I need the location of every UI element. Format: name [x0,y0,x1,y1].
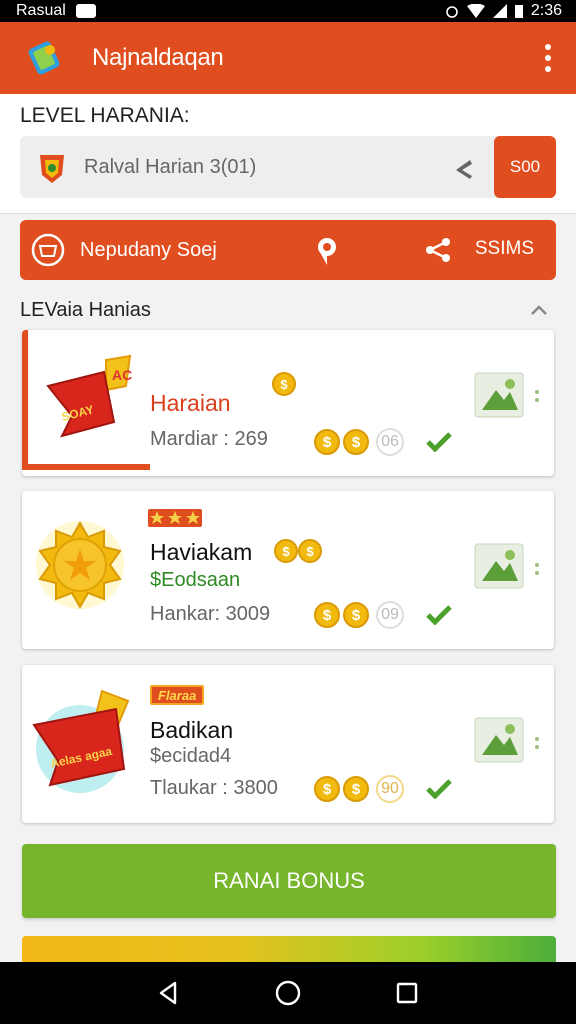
level-heading: LEVEL HARANIA: [20,104,190,127]
coin-row: $ $ 90 [314,775,404,803]
app-title: Najnaldaqan [92,44,224,71]
level-card[interactable]: Aelas agaa Flaraa Badikan $ecidad4 Tlauk… [22,665,554,823]
system-nav-bar [0,962,576,1024]
notification-icon [75,4,96,18]
check-icon [426,605,452,625]
bonus-ticket-icon: AC SOAY [46,354,132,438]
home-icon[interactable] [274,979,302,1007]
image-thumbnail-icon[interactable] [474,543,524,589]
coin-count: 06 [376,428,404,456]
battery-icon [514,5,523,18]
coin-icon: $ [298,539,322,563]
coin-row: $ $ 06 [314,428,404,456]
card-subtitle: $Eodsaan [150,569,241,591]
shield-badge-icon [40,155,64,183]
search-row[interactable]: Ralval Harian 3(01) S00 [20,136,556,198]
coin-count: 09 [376,601,404,629]
level-card[interactable]: Haviakam $ $ $Eodsaan Hankar: 3009 $ $ 0… [22,491,554,649]
coin-icon: $ [314,602,340,628]
search-text: Ralval Harian 3(01) [84,155,257,178]
clock-label: 2:36 [530,2,562,19]
app-logo-icon[interactable] [24,38,64,78]
status-bar: Rasual 2:36 [0,0,576,22]
card-meta: Tlaukar : 3800 [150,777,278,799]
card-tag: Flaraa [150,685,205,705]
card-art-badge: AC [112,367,132,383]
more-icon[interactable] [534,735,540,751]
recents-icon[interactable] [393,979,421,1007]
card-accent-bottom [22,464,150,470]
wifi-icon [466,4,485,18]
more-vert-icon[interactable] [536,38,560,78]
card-title: Badikan [150,717,234,743]
image-thumbnail-icon[interactable] [474,717,524,763]
coin-count: 90 [376,775,404,803]
coin-icon: $ [343,776,369,802]
action-bar[interactable]: Nepudany Soej SSIMS [20,220,556,280]
app-bar: Najnaldaqan [0,22,576,94]
action-label: Nepudany Soej [80,238,217,261]
back-icon[interactable] [155,979,183,1007]
coin-icon: $ [343,429,369,455]
check-icon [426,432,452,452]
section-title: LEVaia Hanias [20,298,151,321]
coin-icon: $ [274,539,298,563]
coin-icon: $ [314,776,340,802]
search-button[interactable]: S00 [494,136,556,198]
image-thumbnail-icon[interactable] [474,372,524,418]
card-title: Haraian [150,390,231,416]
level-card[interactable]: AC SOAY $ Haraian Mardiar : 269 $ $ 06 [22,330,554,476]
more-icon[interactable] [534,388,540,404]
card-title: Haviakam [150,539,253,565]
badge-icon [31,233,65,267]
coin-row: $ $ 09 [314,601,404,629]
coin-icon: $ [272,372,296,396]
gold-star-medal-icon [36,520,124,610]
bonus-ticket-icon: Aelas agaa [32,689,130,793]
bonus-button[interactable]: RANAI BONUS [22,844,556,918]
carrier-label: Rasual [16,2,66,19]
card-meta: Hankar: 3009 [150,603,271,625]
card-subtitle: $ecidad4 [150,745,232,767]
rating-stars-icon [148,509,202,527]
share-icon[interactable] [452,156,476,180]
coin-icon: $ [343,602,369,628]
share-nodes-icon[interactable] [424,236,452,264]
card-accent-left [22,330,28,470]
signal-icon [492,4,507,18]
coin-icon: $ [314,429,340,455]
alarm-icon [446,6,458,18]
section-header[interactable]: LEVaia Hanias [20,296,556,324]
action-right-label[interactable]: SSIMS [475,238,534,260]
card-meta: Mardiar : 269 [150,428,268,450]
check-icon [426,779,452,799]
location-pin-icon[interactable] [314,236,340,266]
level-panel: LEVEL HARANIA: Ralval Harian 3(01) S00 [0,94,576,214]
more-icon[interactable] [534,561,540,577]
chevron-up-icon[interactable] [530,304,548,316]
